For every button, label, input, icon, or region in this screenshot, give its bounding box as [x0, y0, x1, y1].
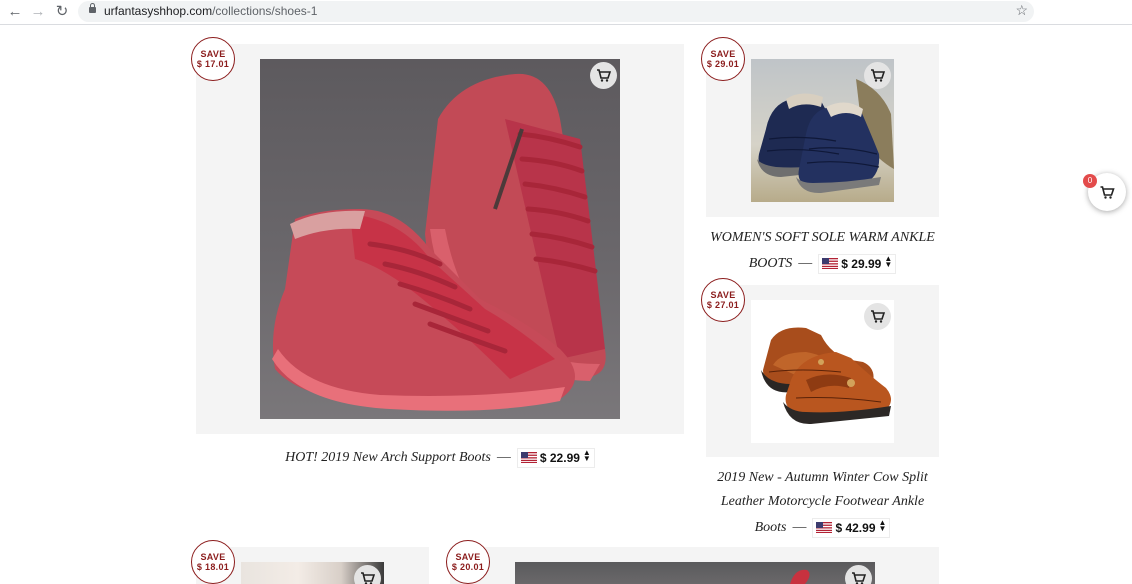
- product-image[interactable]: [751, 300, 894, 443]
- url-path: /collections/shoes-1: [212, 4, 318, 18]
- separator: —: [496, 448, 511, 464]
- select-arrows-icon: ▲ ▼: [878, 517, 887, 533]
- add-to-cart-icon[interactable]: [864, 62, 891, 89]
- add-to-cart-icon[interactable]: [354, 565, 381, 584]
- product-image[interactable]: [260, 59, 620, 419]
- select-arrows-icon: ▲ ▼: [582, 447, 591, 463]
- product-title-link[interactable]: 2019 New - Autumn Winter Cow Split: [696, 466, 949, 490]
- currency-price-select[interactable]: $ 22.99 ▲ ▼: [516, 447, 595, 468]
- product-price: $ 29.99: [841, 256, 882, 271]
- product-title-link[interactable]: WOMEN'S SOFT SOLE WARM ANKLE: [696, 226, 949, 250]
- product-title-link-end[interactable]: Boots: [755, 520, 787, 535]
- back-icon[interactable]: ←: [6, 3, 24, 21]
- save-badge: SAVE $ 17.01: [191, 37, 235, 81]
- select-arrows-icon: ▲ ▼: [884, 253, 893, 269]
- save-label: SAVE: [710, 290, 736, 300]
- save-amount: $ 27.01: [706, 300, 740, 310]
- save-label: SAVE: [455, 552, 481, 562]
- product-price: $ 22.99: [539, 450, 580, 465]
- product-card-arch-support-boots[interactable]: [196, 44, 684, 434]
- us-flag-icon: [816, 521, 833, 533]
- us-flag-icon: [520, 451, 537, 463]
- product-illustration: [790, 569, 810, 584]
- cart-count-badge: 0: [1083, 174, 1097, 188]
- product-image[interactable]: [515, 562, 875, 584]
- currency-price-select[interactable]: $ 42.99 ▲ ▼: [812, 517, 891, 538]
- save-badge: SAVE $ 27.01: [701, 278, 745, 322]
- save-badge: SAVE $ 20.01: [446, 540, 490, 584]
- save-label: SAVE: [710, 49, 736, 59]
- shopping-cart-icon: [1100, 186, 1115, 199]
- save-amount: $ 17.01: [196, 59, 230, 69]
- save-amount: $ 29.01: [706, 59, 740, 69]
- save-badge: SAVE $ 29.01: [701, 37, 745, 81]
- url-domain: urfantasyshhop.com: [104, 4, 213, 18]
- browser-toolbar: ← → ↻ urfantasyshhop.com/collections/sho…: [0, 0, 1132, 25]
- product-card[interactable]: [450, 547, 939, 584]
- currency-price-select[interactable]: $ 29.99 ▲ ▼: [818, 253, 897, 274]
- add-to-cart-icon[interactable]: [590, 62, 617, 89]
- product-title-link-cont[interactable]: Leather Motorcycle Footwear Ankle: [696, 490, 949, 514]
- add-to-cart-icon[interactable]: [864, 303, 891, 330]
- product-title-row: WOMEN'S SOFT SOLE WARM ANKLE BOOTS — $ 29.…: [696, 226, 949, 276]
- us-flag-icon: [822, 257, 839, 269]
- product-title-link-cont[interactable]: BOOTS: [749, 256, 793, 271]
- save-label: SAVE: [200, 49, 226, 59]
- save-badge: SAVE $ 18.01: [191, 540, 235, 584]
- address-bar[interactable]: urfantasyshhop.com/collections/shoes-1 ☆: [78, 1, 1034, 22]
- forward-icon[interactable]: →: [29, 3, 47, 21]
- product-title-link[interactable]: HOT! 2019 New Arch Support Boots: [285, 450, 491, 465]
- save-label: SAVE: [200, 552, 226, 562]
- star-icon[interactable]: ☆: [1015, 2, 1028, 19]
- save-amount: $ 20.01: [451, 562, 485, 572]
- reload-icon[interactable]: ↻: [53, 3, 71, 21]
- separator: —: [798, 254, 813, 270]
- lock-icon: [89, 3, 96, 13]
- product-title-row: 2019 New - Autumn Winter Cow Split Leath…: [696, 466, 949, 540]
- url-text: urfantasyshhop.com/collections/shoes-1: [104, 4, 317, 18]
- save-amount: $ 18.01: [196, 562, 230, 572]
- product-price: $ 42.99: [835, 520, 876, 535]
- product-title-row: HOT! 2019 New Arch Support Boots — $ 22.99…: [196, 444, 684, 470]
- red-boots-illustration: [272, 73, 606, 411]
- separator: —: [792, 518, 807, 534]
- product-image[interactable]: [241, 562, 384, 584]
- product-image[interactable]: [751, 59, 894, 202]
